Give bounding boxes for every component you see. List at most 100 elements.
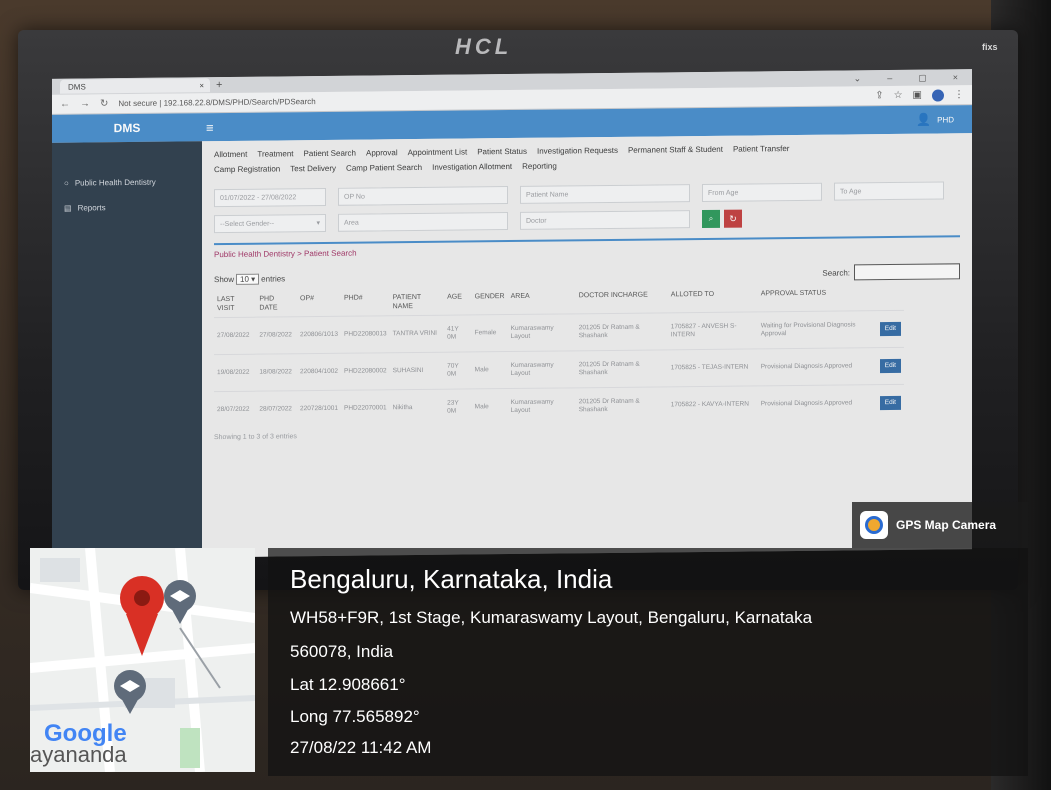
col-approval-status[interactable]: APPROVAL STATUS [758,284,877,312]
search-button[interactable]: ⌕ [702,209,720,229]
cell-last-visit: 27/08/2022 [217,331,250,340]
geotag-address-line-2: 560078, India [290,642,394,661]
user-name: PHD [937,114,954,125]
gender-selected: --Select Gender-- [220,219,275,228]
col-alloted-to[interactable]: ALLOTED TO [668,285,758,312]
cell-phd-date: 28/07/2022 [259,405,292,413]
cell-op: 220728/1001 [300,404,338,413]
cell-doctor: 201205 Dr Ratnam & Shashank [578,397,640,414]
kebab-menu-icon[interactable]: ⋮ [954,89,964,100]
col-op[interactable]: OP# [297,290,341,317]
col-phd-date[interactable]: PhD DATE [256,290,297,317]
cell-action: Edit [877,310,904,347]
photo-scene: HCL fixs DMS × + ⌄ – ▢ × ← → ↻ Not secur… [0,0,1051,790]
monitor-brand-logo: HCL [455,34,513,59]
area-input[interactable]: Area [338,212,508,232]
close-tab-icon[interactable]: × [199,81,204,90]
cell-phd-date: 18/08/2022 [259,368,292,376]
doctor-input[interactable]: Doctor [520,210,690,230]
menu-item-patient-status[interactable]: Patient Status [477,144,527,160]
col-gender[interactable]: GENDER [472,288,508,315]
browser-tab[interactable]: DMS × [60,78,210,94]
edit-button[interactable]: Edit [879,358,901,374]
gps-camera-tag: GPS Map Camera [852,502,1028,548]
col-area[interactable]: AREA [508,287,576,314]
close-window-icon[interactable]: × [953,72,958,83]
chevron-down-icon[interactable]: ⌄ [854,73,862,84]
refresh-icon: ↻ [729,213,737,224]
star-icon[interactable]: ☆ [894,90,903,101]
maximize-icon[interactable]: ▢ [918,72,927,83]
cell-action: Edit [877,347,904,384]
table-info: Showing 1 to 3 of 3 entries [214,433,297,442]
menu-item-test-delivery[interactable]: Test Delivery [290,161,336,176]
sidepanel-icon[interactable]: ▣ [913,90,922,101]
sidebar-item-reports[interactable]: ▤ Reports [52,194,202,221]
cell-area: Kumaraswamy Layout [510,324,554,341]
menu-item-approval[interactable]: Approval [366,145,398,160]
menu-item-treatment[interactable]: Treatment [257,146,293,161]
cell-doctor: 201205 Dr Ratnam & Shashank [578,323,640,340]
share-icon[interactable]: ⇪ [875,90,883,101]
hamburger-menu-icon[interactable]: ≡ [206,120,214,135]
reload-icon[interactable]: ↻ [100,98,108,109]
geotag-city: Bengaluru, Karnataka, India [290,564,613,594]
cell-op: 220804/1002 [300,367,338,376]
url-field[interactable]: Not secure | 192.168.22.8/DMS/PHD/Search… [118,97,315,108]
menu-item-camp-patient-search[interactable]: Camp Patient Search [346,160,422,176]
cell-doctor: 201205 Dr Ratnam & Shashank [578,360,640,377]
back-icon[interactable]: ← [60,99,70,110]
col-last-visit[interactable]: LAST VISIT [214,291,256,318]
patient-name-input[interactable]: Patient Name [520,184,690,204]
patient-table: LAST VISIT PhD DATE OP# PHD# PATIENT NAM… [214,284,904,429]
to-age-input[interactable]: To Age [834,181,944,201]
entries-select[interactable]: 10 ▾ [236,273,260,285]
col-doctor-incharge[interactable]: DOCTOR INCHARGE [576,286,668,313]
entries-label: entries [261,273,286,284]
menu-item-appointment-list[interactable]: Appointment List [408,144,468,160]
gender-select[interactable]: --Select Gender-- ▾ [214,213,326,234]
col-age[interactable]: AGE [444,288,472,315]
date-range-value: 01/07/2022 - 27/08/2022 [220,193,297,202]
menu-item-allotment[interactable]: Allotment [214,147,247,162]
user-menu[interactable]: 👤 PHD [916,112,972,127]
from-age-placeholder: From Age [708,189,739,197]
profile-avatar[interactable] [932,88,944,102]
sidebar-item-label: Reports [77,203,106,213]
menu-item-patient-transfer[interactable]: Patient Transfer [733,141,789,157]
from-age-input[interactable]: From Age [702,182,822,203]
cell-op: 220806/1013 [300,330,338,339]
new-tab-icon[interactable]: + [216,79,222,91]
menu-item-permanent-staff[interactable]: Permanent Staff & Student [628,142,723,158]
main-content: Allotment Treatment Patient Search Appro… [202,133,972,559]
cell-age: 70Y 0M [447,362,459,378]
date-range-input[interactable]: 01/07/2022 - 27/08/2022 [214,187,326,208]
minimize-icon[interactable]: – [887,73,892,84]
patient-name-placeholder: Patient Name [526,190,569,199]
sidebar-item-public-health-dentistry[interactable]: ○ Public Health Dentistry [52,169,202,196]
menu-item-reporting[interactable]: Reporting [522,159,557,174]
menu-item-camp-registration[interactable]: Camp Registration [214,161,280,177]
menu-item-investigation-requests[interactable]: Investigation Requests [537,143,618,159]
menu-item-patient-search[interactable]: Patient Search [304,146,356,162]
cell-name: TANTRA VRINI [392,329,437,338]
user-icon: 👤 [916,112,932,127]
search-filters: 01/07/2022 - 27/08/2022 OP No Patient Na… [214,181,960,234]
cell-area: Kumaraswamy Layout [510,398,554,415]
forward-icon[interactable]: → [80,98,90,109]
op-number-input[interactable]: OP No [338,186,508,206]
show-label: Show [214,274,235,284]
col-phd[interactable]: PHD# [341,289,390,316]
reset-button[interactable]: ↻ [724,209,742,228]
edit-button[interactable]: Edit [879,321,901,337]
area-placeholder: Area [344,219,359,227]
cell-action: Edit [877,384,904,421]
table-search-input[interactable] [854,263,960,281]
edit-button[interactable]: Edit [879,395,901,411]
col-patient-name[interactable]: PATIENT NAME [390,289,445,316]
app-brand[interactable]: DMS [52,120,202,136]
circle-icon: ○ [64,178,69,188]
menu-item-investigation-allotment[interactable]: Investigation Allotment [432,159,512,175]
window-controls: ⌄ – ▢ × [854,72,972,84]
table-row: 28/07/2022 28/07/2022 220728/1001 PHD220… [214,384,904,429]
